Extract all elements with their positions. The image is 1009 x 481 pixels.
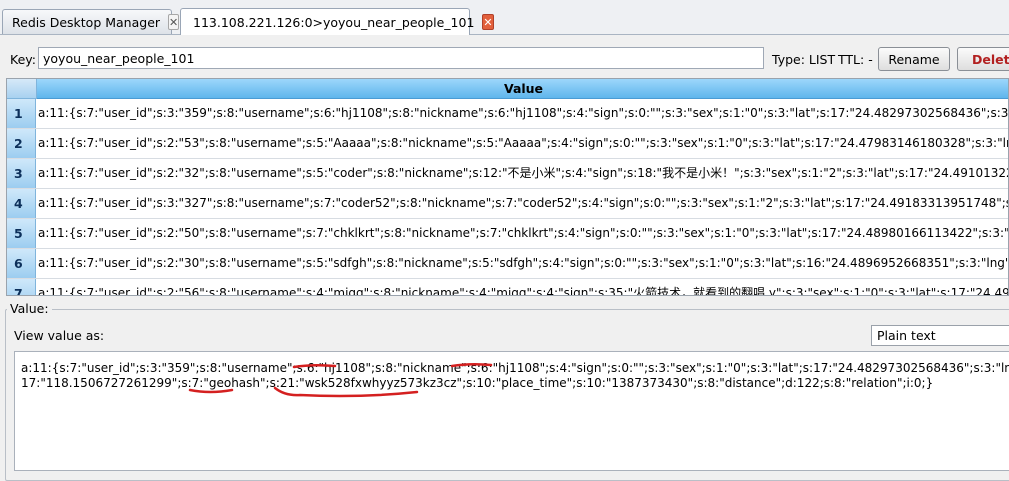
value-group-title: Value: [7, 301, 52, 316]
table-row[interactable]: 5 a:11:{s:7:"user_id";s:2:"50";s:8:"user… [7, 219, 1008, 249]
key-type-label: Type: LIST [772, 52, 836, 67]
row-number[interactable]: 3 [7, 159, 36, 188]
close-icon[interactable]: ✕ [482, 14, 494, 30]
column-header-value[interactable]: Value [37, 79, 1008, 99]
value-line: 17:"118.1506727261299";s:7:"geohash";s:2… [21, 376, 934, 390]
format-select[interactable]: Plain text [871, 325, 1009, 346]
table-header: Value [7, 79, 1008, 99]
row-value[interactable]: a:11:{s:7:"user_id";s:2:"32";s:8:"userna… [38, 159, 1008, 188]
row-value[interactable]: a:11:{s:7:"user_id";s:2:"50";s:8:"userna… [38, 219, 1008, 248]
value-text-area[interactable]: a:11:{s:7:"user_id";s:3:"359";s:8:"usern… [14, 351, 1009, 471]
row-value[interactable]: a:11:{s:7:"user_id";s:3:"327";s:8:"usern… [38, 189, 1008, 218]
view-as-label: View value as: [14, 328, 105, 343]
table-row[interactable]: 3 a:11:{s:7:"user_id";s:2:"32";s:8:"user… [7, 159, 1008, 189]
table-row[interactable]: 7 a:11:{s:7:"user_id";s:2:"56";s:8:"user… [7, 279, 1008, 295]
key-toolbar: Key: Type: LIST TTL: - Rename Delete [0, 44, 1009, 74]
row-value[interactable]: a:11:{s:7:"user_id";s:3:"359";s:8:"usern… [38, 99, 1008, 128]
table-row[interactable]: 1 a:11:{s:7:"user_id";s:3:"359";s:8:"use… [7, 99, 1008, 129]
table-row[interactable]: 2 a:11:{s:7:"user_id";s:2:"53";s:8:"user… [7, 129, 1008, 159]
row-number[interactable]: 2 [7, 129, 36, 158]
corner-cell[interactable] [7, 79, 37, 99]
row-number[interactable]: 6 [7, 249, 36, 278]
row-value[interactable]: a:11:{s:7:"user_id";s:2:"56";s:8:"userna… [38, 279, 1008, 295]
table-row[interactable]: 6 a:11:{s:7:"user_id";s:2:"30";s:8:"user… [7, 249, 1008, 279]
key-name-input[interactable] [38, 47, 764, 69]
values-table[interactable]: Value 1 a:11:{s:7:"user_id";s:3:"359";s:… [6, 78, 1009, 296]
row-value[interactable]: a:11:{s:7:"user_id";s:2:"30";s:8:"userna… [38, 249, 1008, 278]
tab-label: Redis Desktop Manager [12, 14, 161, 30]
key-ttl-label: TTL: - [838, 52, 873, 67]
table-row[interactable]: 4 a:11:{s:7:"user_id";s:3:"327";s:8:"use… [7, 189, 1008, 219]
tab-redis-desktop-manager[interactable]: Redis Desktop Manager ✕ [2, 9, 180, 34]
tab-label: 113.108.221.126:0>yoyou_near_people_101 [193, 14, 475, 30]
delete-button[interactable]: Delete [957, 47, 1009, 71]
row-number[interactable]: 5 [7, 219, 36, 248]
row-number[interactable]: 1 [7, 99, 36, 128]
row-value[interactable]: a:11:{s:7:"user_id";s:2:"53";s:8:"userna… [38, 129, 1008, 158]
tab-key-view[interactable]: 113.108.221.126:0>yoyou_near_people_101 … [180, 8, 494, 35]
rename-button[interactable]: Rename [878, 47, 950, 71]
row-number[interactable]: 4 [7, 189, 36, 218]
tab-bar: Redis Desktop Manager ✕ 113.108.221.126:… [0, 0, 1009, 35]
key-label: Key: [10, 52, 36, 67]
close-icon[interactable]: ✕ [168, 14, 180, 30]
row-number[interactable]: 7 [7, 279, 36, 295]
value-line: a:11:{s:7:"user_id";s:3:"359";s:8:"usern… [21, 361, 1009, 375]
